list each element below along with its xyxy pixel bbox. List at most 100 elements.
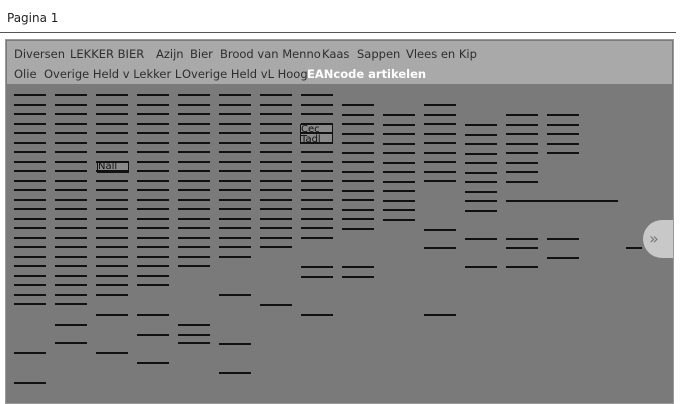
- barcode-bar: [55, 104, 87, 106]
- barcode-bar: [178, 94, 210, 96]
- barcode-bar: [14, 123, 46, 125]
- barcode-bar: [14, 352, 46, 354]
- barcode-bar: [424, 180, 456, 182]
- tab-eancode-artikelen[interactable]: EANcode artikelen: [307, 67, 426, 81]
- barcode-bar: [137, 94, 169, 96]
- barcode-bar: [424, 104, 456, 106]
- barcode-bar: [301, 266, 333, 268]
- barcode-bar: [96, 123, 128, 125]
- barcode-bar: [96, 256, 128, 258]
- barcode-bar: [14, 170, 46, 172]
- tab-overige-held-vl-hoog[interactable]: Overige Held vL Hoog: [182, 67, 308, 81]
- barcode-bar: [137, 142, 169, 144]
- barcode-bar: [137, 237, 169, 239]
- barcode-bar: [301, 123, 333, 125]
- barcode-bar: [219, 189, 251, 191]
- barcode-bar: [383, 171, 415, 173]
- barcode-bar: [178, 189, 210, 191]
- barcode-bar: [219, 294, 251, 296]
- barcode-bar: [424, 142, 456, 144]
- barcode-bar: [424, 133, 456, 135]
- barcode-bar: [465, 181, 497, 183]
- barcode-bar: [465, 134, 497, 136]
- barcode-bar: [383, 124, 415, 126]
- barcode-bar: [260, 132, 292, 134]
- barcode-bar: [342, 171, 374, 173]
- barcode-bar: [342, 218, 374, 220]
- barcode-bar: [301, 161, 333, 163]
- barcode-bar: [96, 352, 128, 354]
- tab-azijn[interactable]: Azijn: [156, 47, 184, 61]
- barcode-bar: [137, 132, 169, 134]
- barcode-bar: [96, 132, 128, 134]
- barcode-bar: [547, 124, 579, 126]
- barcode-bar: [14, 113, 46, 115]
- tab-kaas[interactable]: Kaas: [322, 47, 349, 61]
- barcode-bar: [301, 189, 333, 191]
- barcode-bar: [424, 229, 456, 231]
- barcode-bar: [219, 227, 251, 229]
- barcode-bar: [260, 237, 292, 239]
- barcode-bar: [219, 161, 251, 163]
- barcode-bar: [260, 161, 292, 163]
- barcode-bar: [424, 161, 456, 163]
- barcode-bar: [260, 170, 292, 172]
- next-page-button[interactable]: »: [643, 220, 673, 258]
- barcode-bar: [14, 218, 46, 220]
- barcode-bar: [14, 161, 46, 163]
- barcode-bar: [96, 113, 128, 115]
- tab-olie[interactable]: Olie: [14, 67, 37, 81]
- barcode-bar: [383, 219, 415, 221]
- tab-brood-van-menno[interactable]: Brood van Menno: [220, 47, 321, 61]
- barcode-bar: [342, 123, 374, 125]
- double-chevron-right-icon: »: [649, 229, 659, 248]
- barcode-bar: [219, 256, 251, 258]
- barcode-bar: [96, 294, 128, 296]
- barcode-bar: [96, 142, 128, 144]
- barcode-bar: [506, 152, 538, 154]
- barcode-bar: [506, 266, 538, 268]
- barcode-bar: [96, 199, 128, 201]
- barcode-bar: [465, 238, 497, 240]
- barcode-bar: [178, 208, 210, 210]
- barcode-bar: [137, 180, 169, 182]
- barcode-bar: [55, 208, 87, 210]
- barcode-bar: [137, 275, 169, 277]
- barcode-bar: [219, 218, 251, 220]
- barcode-bar: [55, 123, 87, 125]
- barcode-bar: [14, 265, 46, 267]
- barcode-bar: [55, 218, 87, 220]
- tab-diversen[interactable]: Diversen: [14, 47, 65, 61]
- barcode-bar: [219, 170, 251, 172]
- tab-sappen[interactable]: Sappen: [357, 47, 400, 61]
- barcode-bar: [547, 133, 579, 135]
- barcode-bar: [137, 161, 169, 163]
- barcode-bar: [96, 246, 128, 248]
- barcode-bar: [178, 256, 210, 258]
- tab-vlees-en-kip[interactable]: Vlees en Kip: [406, 47, 477, 61]
- barcode-bar: [260, 218, 292, 220]
- tab-bier[interactable]: Bier: [190, 47, 213, 61]
- barcode-bar: [96, 284, 128, 286]
- tab-overige-held-v-lekker-l[interactable]: Overige Held v Lekker L: [44, 67, 181, 81]
- tab-lekker-bier[interactable]: LEKKER BIER: [70, 47, 144, 61]
- barcode-bar: [301, 170, 333, 172]
- barcode-bar: [14, 284, 46, 286]
- barcode-bar: [55, 237, 87, 239]
- barcode-bar: [96, 161, 128, 163]
- barcode-bar: [219, 151, 251, 153]
- barcode-bar: [547, 143, 579, 145]
- barcode-bar: [137, 170, 169, 172]
- barcode-bar: [260, 199, 292, 201]
- barcode-bar: [137, 189, 169, 191]
- barcode-bar: [260, 123, 292, 125]
- barcode-bar: [178, 324, 210, 326]
- barcode-bar: [260, 113, 292, 115]
- barcode-bar: [219, 113, 251, 115]
- barcode-bar: [301, 142, 333, 144]
- barcode-bar: [137, 227, 169, 229]
- barcode-bar: [14, 199, 46, 201]
- barcode-bar: [14, 142, 46, 144]
- barcode-bar: [14, 94, 46, 96]
- barcode-bar: [137, 334, 169, 336]
